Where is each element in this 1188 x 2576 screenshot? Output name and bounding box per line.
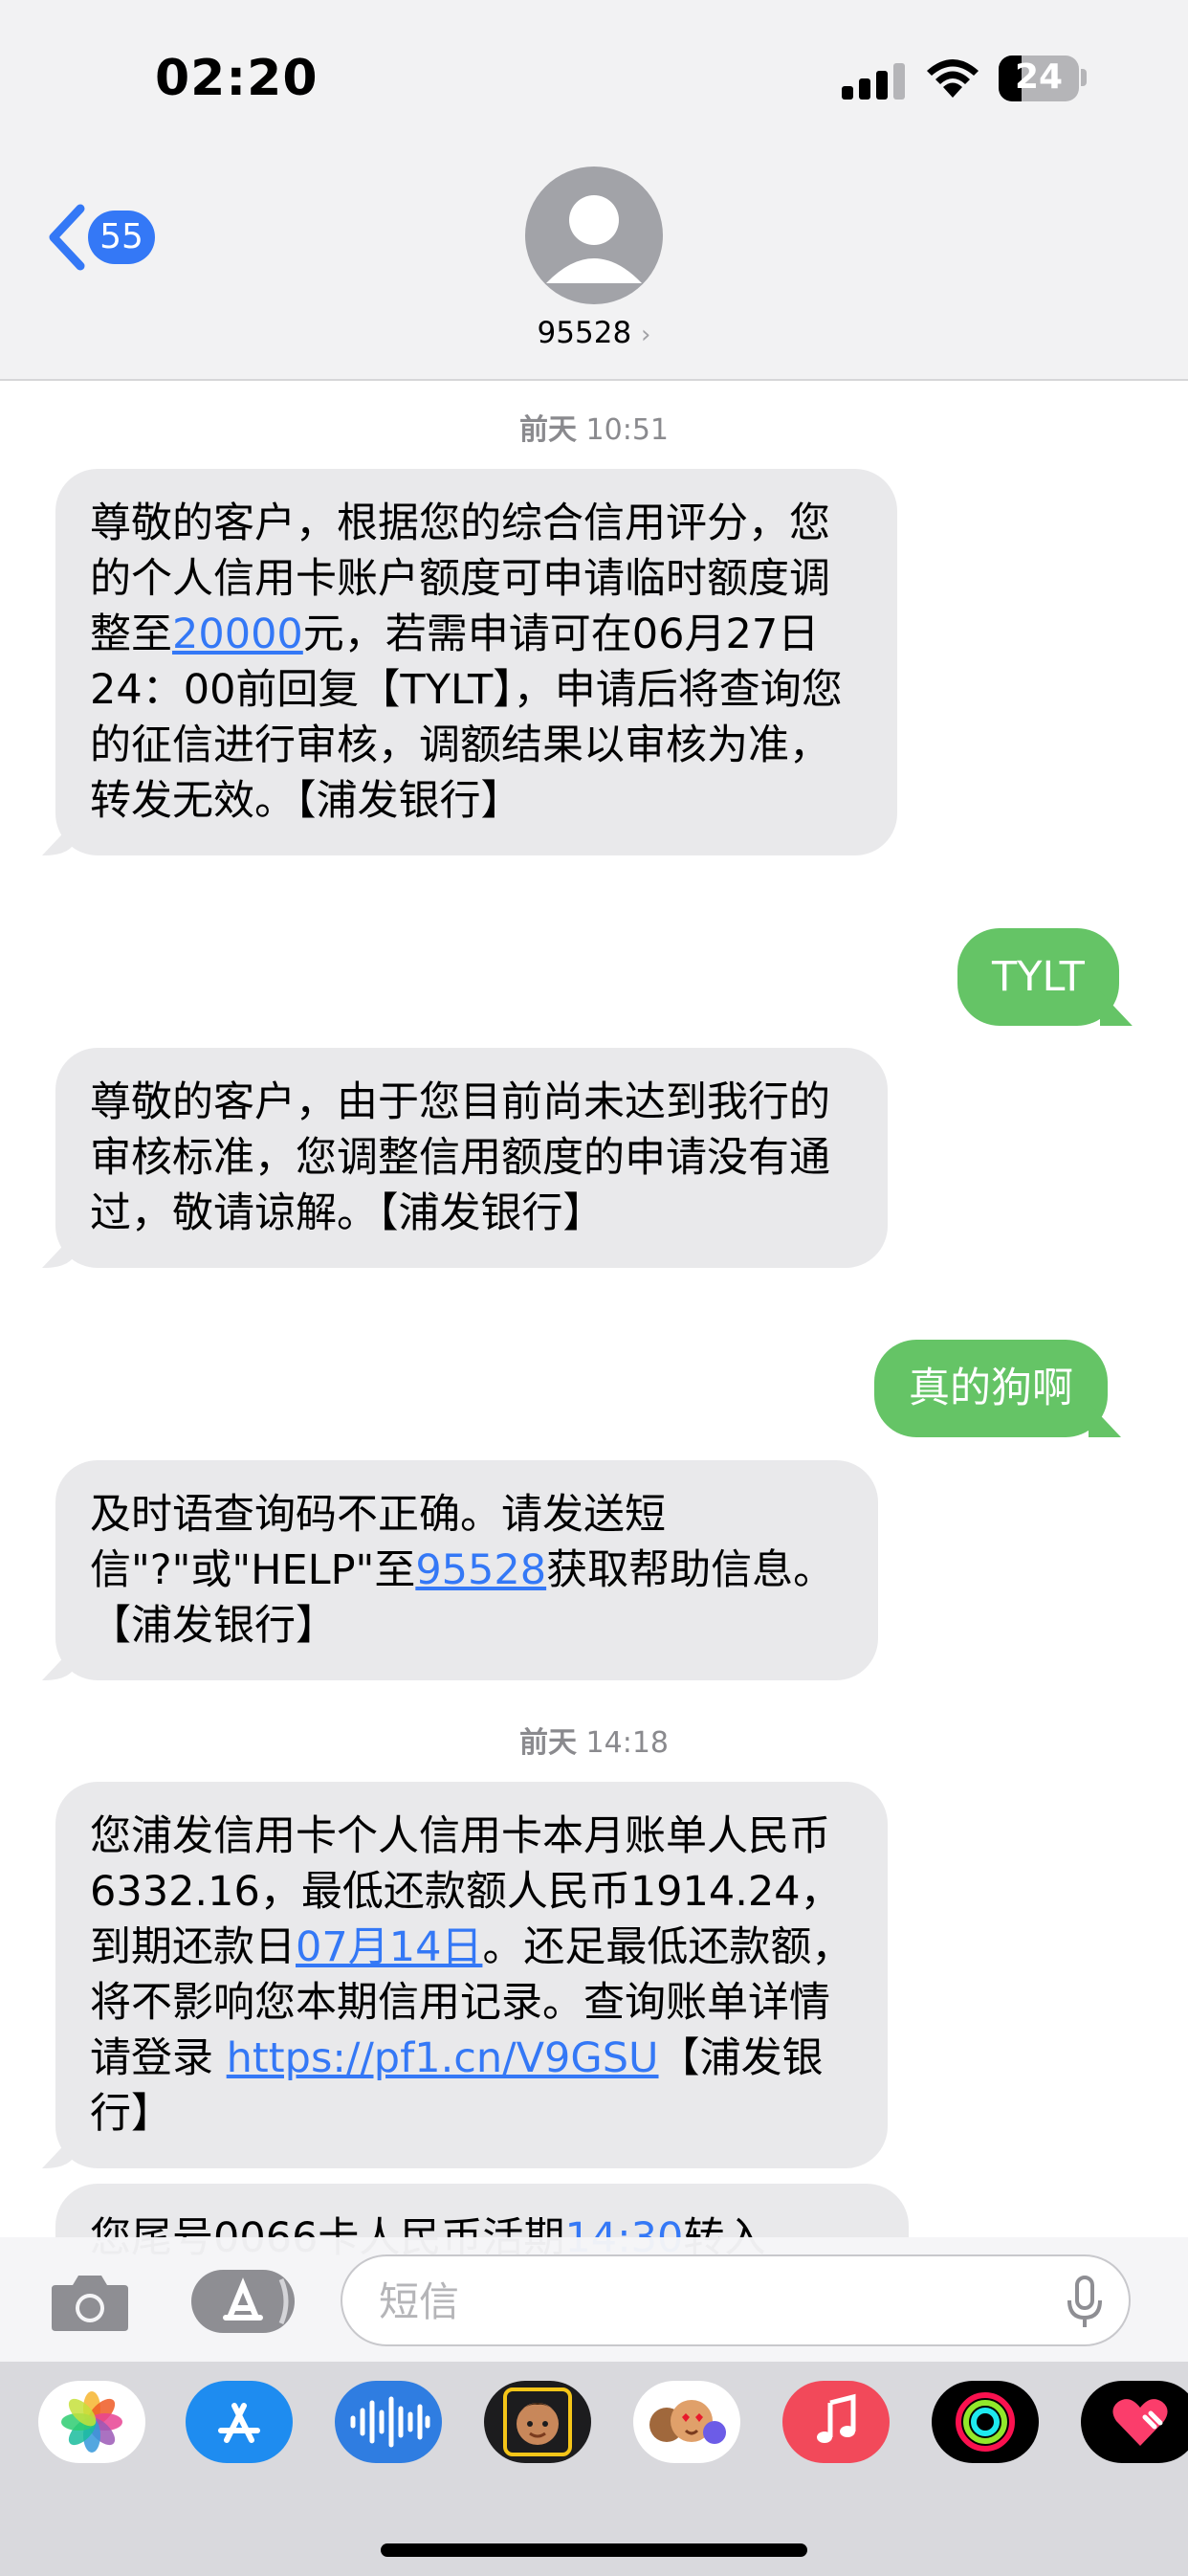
microphone-icon[interactable] — [1066, 2276, 1104, 2329]
message-input[interactable] — [377, 2272, 1012, 2331]
app-store-app-icon[interactable] — [186, 2381, 293, 2463]
bubble-tail — [42, 2134, 75, 2168]
incoming-message-bubble[interactable]: 尊敬的客户，根据您的综合信用评分，您的个人信用卡账户额度可申请临时额度调整至20… — [42, 469, 897, 855]
date-link[interactable]: 07月14日 — [296, 1923, 482, 1971]
unread-count-badge[interactable]: 55 — [88, 211, 155, 264]
message-text: 真的狗啊 — [909, 1365, 1073, 1412]
phone-number-link[interactable]: 95528 — [415, 1546, 546, 1594]
contact-chevron-icon: › — [641, 321, 651, 349]
contact-name-button[interactable]: 95528 › — [0, 316, 1188, 350]
back-chevron-icon[interactable] — [42, 203, 94, 272]
apps-button[interactable] — [191, 2270, 295, 2333]
outgoing-message-bubble[interactable]: 真的狗啊 — [874, 1340, 1121, 1437]
timestamp-time: 10:51 — [585, 413, 669, 447]
incoming-message-bubble[interactable]: 及时语查询码不正确。请发送短信"?"或"HELP"至95528获取帮助信息。【浦… — [42, 1460, 878, 1680]
app-store-icon — [223, 2277, 289, 2324]
battery-level: 24 — [1014, 57, 1064, 97]
camera-icon[interactable] — [50, 2270, 130, 2333]
contact-avatar[interactable] — [525, 167, 663, 304]
battery-tip — [1081, 69, 1087, 86]
conversation-header: 02:20 24 55 95528 › — [0, 0, 1188, 381]
audio-message-app-icon[interactable] — [335, 2381, 442, 2463]
url-link[interactable]: https://pf1.cn/V9GSU — [227, 2034, 659, 2082]
timestamp-time: 14:18 — [585, 1726, 669, 1760]
message-text: 尊敬的客户，由于您目前尚未达到我行的审核标准，您调整信用额度的申请没有通过，敬请… — [90, 1078, 830, 1237]
compose-bar — [0, 2237, 1188, 2362]
bubble-tail — [42, 1233, 75, 1268]
message-timestamp: 前天 10:51 — [0, 406, 1188, 448]
bubble-tail — [1089, 1403, 1121, 1437]
incoming-message-bubble[interactable]: 您浦发信用卡个人信用卡本月账单人民币6332.16，最低还款额人民币1914.2… — [42, 1782, 888, 2168]
timestamp-day: 前天 — [518, 413, 577, 447]
bubble-tail — [42, 1646, 75, 1680]
message-timestamp: 前天 14:18 — [0, 1719, 1188, 1761]
message-text: TYLT — [992, 953, 1085, 1001]
amount-link[interactable]: 20000 — [172, 611, 303, 658]
memoji-app-icon[interactable] — [484, 2381, 591, 2463]
timestamp-day: 前天 — [518, 1726, 577, 1760]
bubble-tail — [1099, 991, 1133, 1026]
activity-app-icon[interactable] — [932, 2381, 1039, 2463]
outgoing-message-bubble[interactable]: TYLT — [957, 928, 1133, 1026]
home-indicator[interactable] — [381, 2543, 807, 2557]
status-time: 02:20 — [155, 50, 319, 107]
incoming-message-bubble[interactable]: 尊敬的客户，由于您目前尚未达到我行的审核标准，您调整信用额度的申请没有通过，敬请… — [42, 1048, 888, 1268]
photos-app-icon[interactable] — [38, 2381, 145, 2463]
cellular-signal-icon — [842, 61, 905, 100]
digital-touch-app-icon[interactable] — [1081, 2381, 1188, 2463]
animoji-stickers-app-icon[interactable] — [633, 2381, 740, 2463]
wifi-icon — [927, 59, 979, 98]
person-silhouette-icon — [546, 195, 642, 283]
message-input-field[interactable] — [341, 2254, 1131, 2346]
contact-name: 95528 — [537, 316, 632, 350]
music-app-icon[interactable] — [782, 2381, 890, 2463]
battery-icon: 24 — [999, 56, 1079, 101]
bubble-tail — [42, 821, 75, 855]
